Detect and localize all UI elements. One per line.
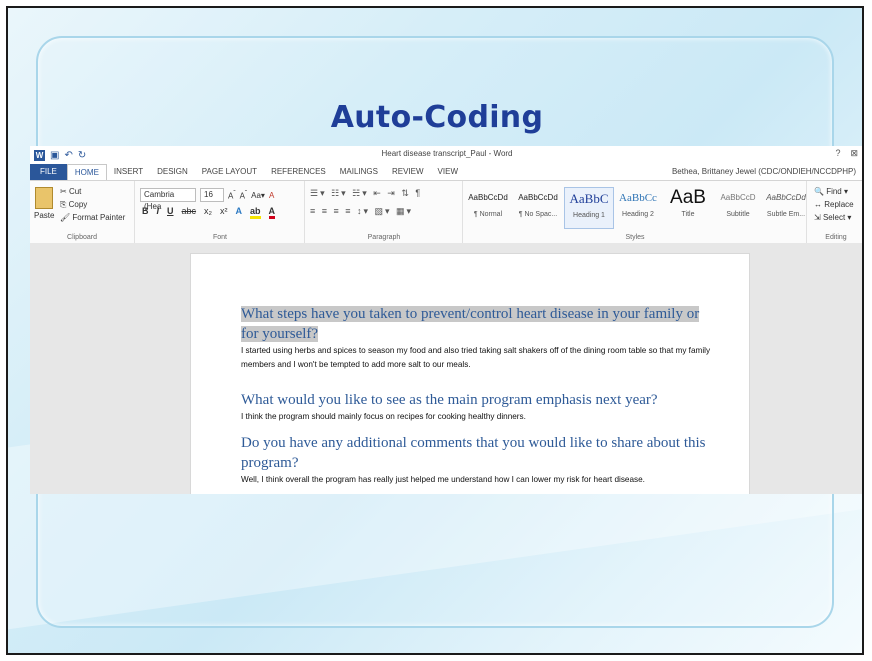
style-heading-2[interactable]: AaBbCc Heading 2: [614, 187, 662, 227]
bold-button[interactable]: B: [142, 206, 149, 219]
align-buttons[interactable]: ≡ ≡ ≡ ≡ ↕▾ ▧▾ ▦▾: [310, 206, 413, 217]
editing-label: Editing: [825, 234, 847, 241]
superscript-button[interactable]: x²: [220, 206, 228, 219]
font-label: Font: [212, 234, 227, 241]
clipboard-group: Paste ✂ Cut ⎘ Copy 🖌 Format Painter Clip…: [30, 181, 135, 243]
text-effects-icon[interactable]: A: [236, 206, 243, 219]
style-heading-1[interactable]: AaBbC Heading 1: [564, 187, 614, 229]
word-window: W ▣ ↶ ↻ Heart disease transcript_Paul - …: [30, 146, 862, 494]
copy-button[interactable]: ⎘ Copy: [60, 198, 125, 211]
shrink-font-icon[interactable]: Aˇ: [240, 190, 248, 201]
italic-button[interactable]: I: [157, 206, 160, 219]
style-subtitle[interactable]: AaBbCcD Subtitle: [714, 187, 762, 227]
list-buttons[interactable]: ☰▾ ☷▾ ☵▾ ⇤ ⇥ ⇅ ¶: [310, 188, 422, 199]
style-subtle-emphasis[interactable]: AaBbCcDd Subtle Em...: [762, 187, 810, 227]
clear-format-icon[interactable]: A: [269, 191, 274, 200]
heading-question-3[interactable]: Do you have any additional comments that…: [241, 433, 711, 473]
style-title[interactable]: AaB Title: [664, 187, 712, 227]
subscript-button[interactable]: x₂: [204, 206, 212, 219]
tab-file[interactable]: FILE: [30, 164, 67, 180]
paste-icon: [35, 187, 53, 209]
document-area: What steps have you taken to prevent/con…: [30, 243, 862, 494]
tab-insert[interactable]: INSERT: [107, 164, 150, 180]
question-3: Do you have any additional comments that…: [241, 433, 711, 487]
answer-1[interactable]: I started using herbs and spices to seas…: [241, 344, 711, 372]
change-case-icon[interactable]: Aa▾: [251, 191, 265, 200]
style-no-spacing[interactable]: AaBbCcDd ¶ No Spac...: [514, 187, 562, 227]
highlight-icon[interactable]: ab: [250, 206, 261, 219]
font-name-select[interactable]: Cambria (Hea: [140, 188, 196, 211]
strikethrough-button[interactable]: abc: [182, 206, 197, 219]
select-button[interactable]: ⇲ Select ▾: [814, 211, 854, 224]
editing-group: 🔍 Find ▾ ↔ Replace ⇲ Select ▾ Editing: [808, 181, 862, 243]
format-painter-button[interactable]: 🖌 Format Painter: [60, 211, 125, 224]
user-name[interactable]: Bethea, Brittaney Jewel (CDC/ONDIEH/NCCD…: [672, 164, 856, 180]
font-size-select[interactable]: 16: [200, 188, 224, 202]
slide: Auto-Coding W ▣ ↶ ↻ Heart disease transc…: [6, 6, 864, 655]
tab-review[interactable]: REVIEW: [385, 164, 431, 180]
word-titlebar: W ▣ ↶ ↻ Heart disease transcript_Paul - …: [30, 146, 862, 164]
cut-button[interactable]: ✂ Cut: [60, 185, 125, 198]
answer-3[interactable]: Well, I think overall the program has re…: [241, 473, 711, 487]
paragraph-group: ☰▾ ☷▾ ☵▾ ⇤ ⇥ ⇅ ¶ ≡ ≡ ≡ ≡ ↕▾ ▧▾ ▦▾ Paragr…: [306, 181, 463, 243]
window-controls: ? ⊠: [835, 148, 858, 159]
underline-button[interactable]: U: [167, 206, 174, 219]
tab-page-layout[interactable]: PAGE LAYOUT: [195, 164, 264, 180]
heading-question-2[interactable]: What would you like to see as the main p…: [241, 390, 711, 410]
clipboard-label: Clipboard: [67, 234, 97, 241]
find-button[interactable]: 🔍 Find ▾: [814, 185, 854, 198]
help-icon[interactable]: ?: [835, 148, 840, 159]
ribbon: Paste ✂ Cut ⎘ Copy 🖌 Format Painter Clip…: [30, 180, 862, 244]
question-1: What steps have you taken to prevent/con…: [241, 304, 711, 372]
tab-references[interactable]: REFERENCES: [264, 164, 333, 180]
tab-view[interactable]: VIEW: [431, 164, 465, 180]
tab-mailings[interactable]: MAILINGS: [333, 164, 385, 180]
ribbon-display-icon[interactable]: ⊠: [850, 148, 858, 159]
tab-design[interactable]: DESIGN: [150, 164, 195, 180]
style-normal[interactable]: AaBbCcDd ¶ Normal: [464, 187, 512, 227]
slide-title: Auto-Coding: [330, 100, 544, 135]
question-2: What would you like to see as the main p…: [241, 390, 711, 424]
replace-button[interactable]: ↔ Replace: [814, 198, 854, 211]
window-title: Heart disease transcript_Paul - Word: [381, 149, 513, 158]
styles-group: AaBbCcDd ¶ Normal AaBbCcDd ¶ No Spac... …: [464, 181, 807, 243]
paste-button[interactable]: Paste: [34, 187, 54, 220]
tab-home[interactable]: HOME: [66, 164, 107, 180]
document-page[interactable]: What steps have you taken to prevent/con…: [190, 253, 750, 494]
grow-font-icon[interactable]: Aˆ: [228, 190, 236, 201]
font-color-icon[interactable]: A: [268, 206, 276, 219]
font-group: Cambria (Hea 16 Aˆ Aˇ Aa▾ A B I U abc x₂…: [136, 181, 305, 243]
answer-2[interactable]: I think the program should mainly focus …: [241, 410, 711, 424]
styles-label: Styles: [625, 234, 645, 241]
heading-question-1[interactable]: What steps have you taken to prevent/con…: [241, 306, 700, 342]
paragraph-label: Paragraph: [367, 234, 401, 241]
